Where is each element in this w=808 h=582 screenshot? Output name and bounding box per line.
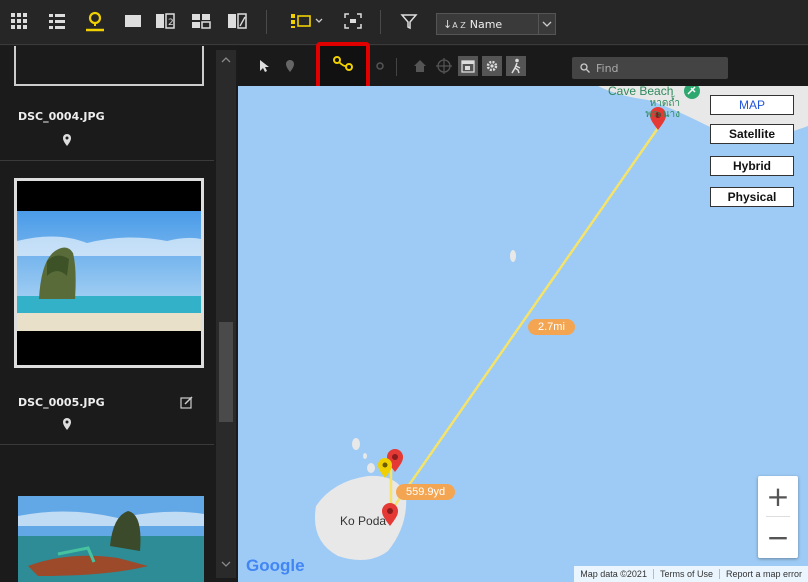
terms-link[interactable]: Terms of Use <box>652 569 719 579</box>
calendar-icon[interactable] <box>458 56 478 76</box>
islet <box>367 463 375 473</box>
distance-label: 559.9yd <box>396 484 456 500</box>
photo-thumbnail <box>18 496 204 582</box>
map-attribution-bar: Map data ©2021 Terms of Use Report a map… <box>574 566 808 582</box>
map-canvas[interactable]: Cave Beach หาดถ้ำพระนาง Ko Poda 2.7mi 55… <box>238 86 808 582</box>
target-icon[interactable] <box>434 56 454 76</box>
sort-select[interactable]: ↓A Z Name <box>436 13 556 35</box>
place-label-cave-beach: Cave Beach <box>608 86 674 98</box>
filename-label: DSC_0004.JPG <box>18 110 105 123</box>
scrollbar-thumb[interactable] <box>219 322 233 422</box>
scroll-down-icon[interactable] <box>218 556 234 572</box>
search-icon <box>580 63 590 73</box>
map-type-hybrid-button[interactable]: Hybrid <box>710 156 794 176</box>
svg-text:2: 2 <box>168 18 174 28</box>
thumbnail-frame[interactable] <box>14 46 204 86</box>
zoom-in-button[interactable]: + <box>758 476 798 516</box>
location-pin-icon <box>62 132 72 151</box>
divider <box>0 444 214 445</box>
grid-view-icon[interactable] <box>6 8 32 34</box>
map-view-icon[interactable] <box>82 8 108 34</box>
sort-icon: ↓A Z <box>443 17 466 31</box>
distance-label: 2.7mi <box>528 319 575 335</box>
edit-view-icon[interactable] <box>224 8 250 34</box>
photo-thumbnail <box>17 181 201 365</box>
home-icon[interactable] <box>410 56 430 76</box>
single-view-icon[interactable] <box>120 8 146 34</box>
islet <box>363 453 367 459</box>
find-input[interactable]: Find <box>572 57 728 79</box>
sort-label: Name <box>469 17 503 31</box>
toolbar-separator <box>380 10 381 34</box>
map-type-satellite-button[interactable]: Satellite <box>710 124 794 144</box>
track-button[interactable] <box>316 42 370 90</box>
google-logo: Google <box>246 556 305 575</box>
edited-icon <box>180 394 194 413</box>
display-options-icon[interactable] <box>288 8 328 34</box>
place-label-ko-poda: Ko Poda <box>340 514 387 528</box>
place-pin-icon[interactable] <box>280 56 300 76</box>
islet <box>352 438 360 450</box>
report-error-link[interactable]: Report a map error <box>718 569 808 579</box>
zoom-out-button[interactable]: − <box>758 517 798 557</box>
multi-view-icon[interactable] <box>188 8 214 34</box>
thumbnail[interactable] <box>18 496 204 582</box>
settings-icon[interactable] <box>482 56 502 76</box>
thumbnail-selected[interactable] <box>14 178 204 368</box>
islet <box>510 250 516 262</box>
main-toolbar: 2 ↓A Z Name <box>0 0 808 45</box>
filename-label: DSC_0005.JPG <box>18 396 105 409</box>
filter-icon[interactable] <box>396 8 422 34</box>
place-label-cave-beach-thai: หาดถ้ำพระนาง <box>645 98 680 120</box>
find-placeholder: Find <box>596 61 619 75</box>
scroll-up-icon[interactable] <box>218 52 234 68</box>
thumbnail-scrollbar[interactable] <box>216 50 236 578</box>
thumbnail-panel: DSC_0004.JPG DSC_0005.JPG <box>0 46 238 582</box>
zoom-control: + − <box>758 476 798 558</box>
toolbar-separator <box>396 58 397 76</box>
gps-track <box>388 127 660 525</box>
location-pin-icon <box>62 416 72 435</box>
route-icon[interactable] <box>370 56 390 76</box>
map-type-map-button[interactable]: MAP <box>710 95 794 115</box>
track-icon <box>332 55 354 77</box>
chevron-down-icon <box>538 14 555 34</box>
toolbar-separator <box>266 10 267 34</box>
map-type-physical-button[interactable]: Physical <box>710 187 794 207</box>
fit-icon[interactable] <box>340 8 366 34</box>
list-view-icon[interactable] <box>44 8 70 34</box>
walk-icon[interactable] <box>506 56 526 76</box>
select-icon[interactable] <box>254 56 274 76</box>
compare-view-icon[interactable]: 2 <box>152 8 178 34</box>
divider <box>0 160 214 161</box>
map-data-label: Map data ©2021 <box>580 569 647 579</box>
